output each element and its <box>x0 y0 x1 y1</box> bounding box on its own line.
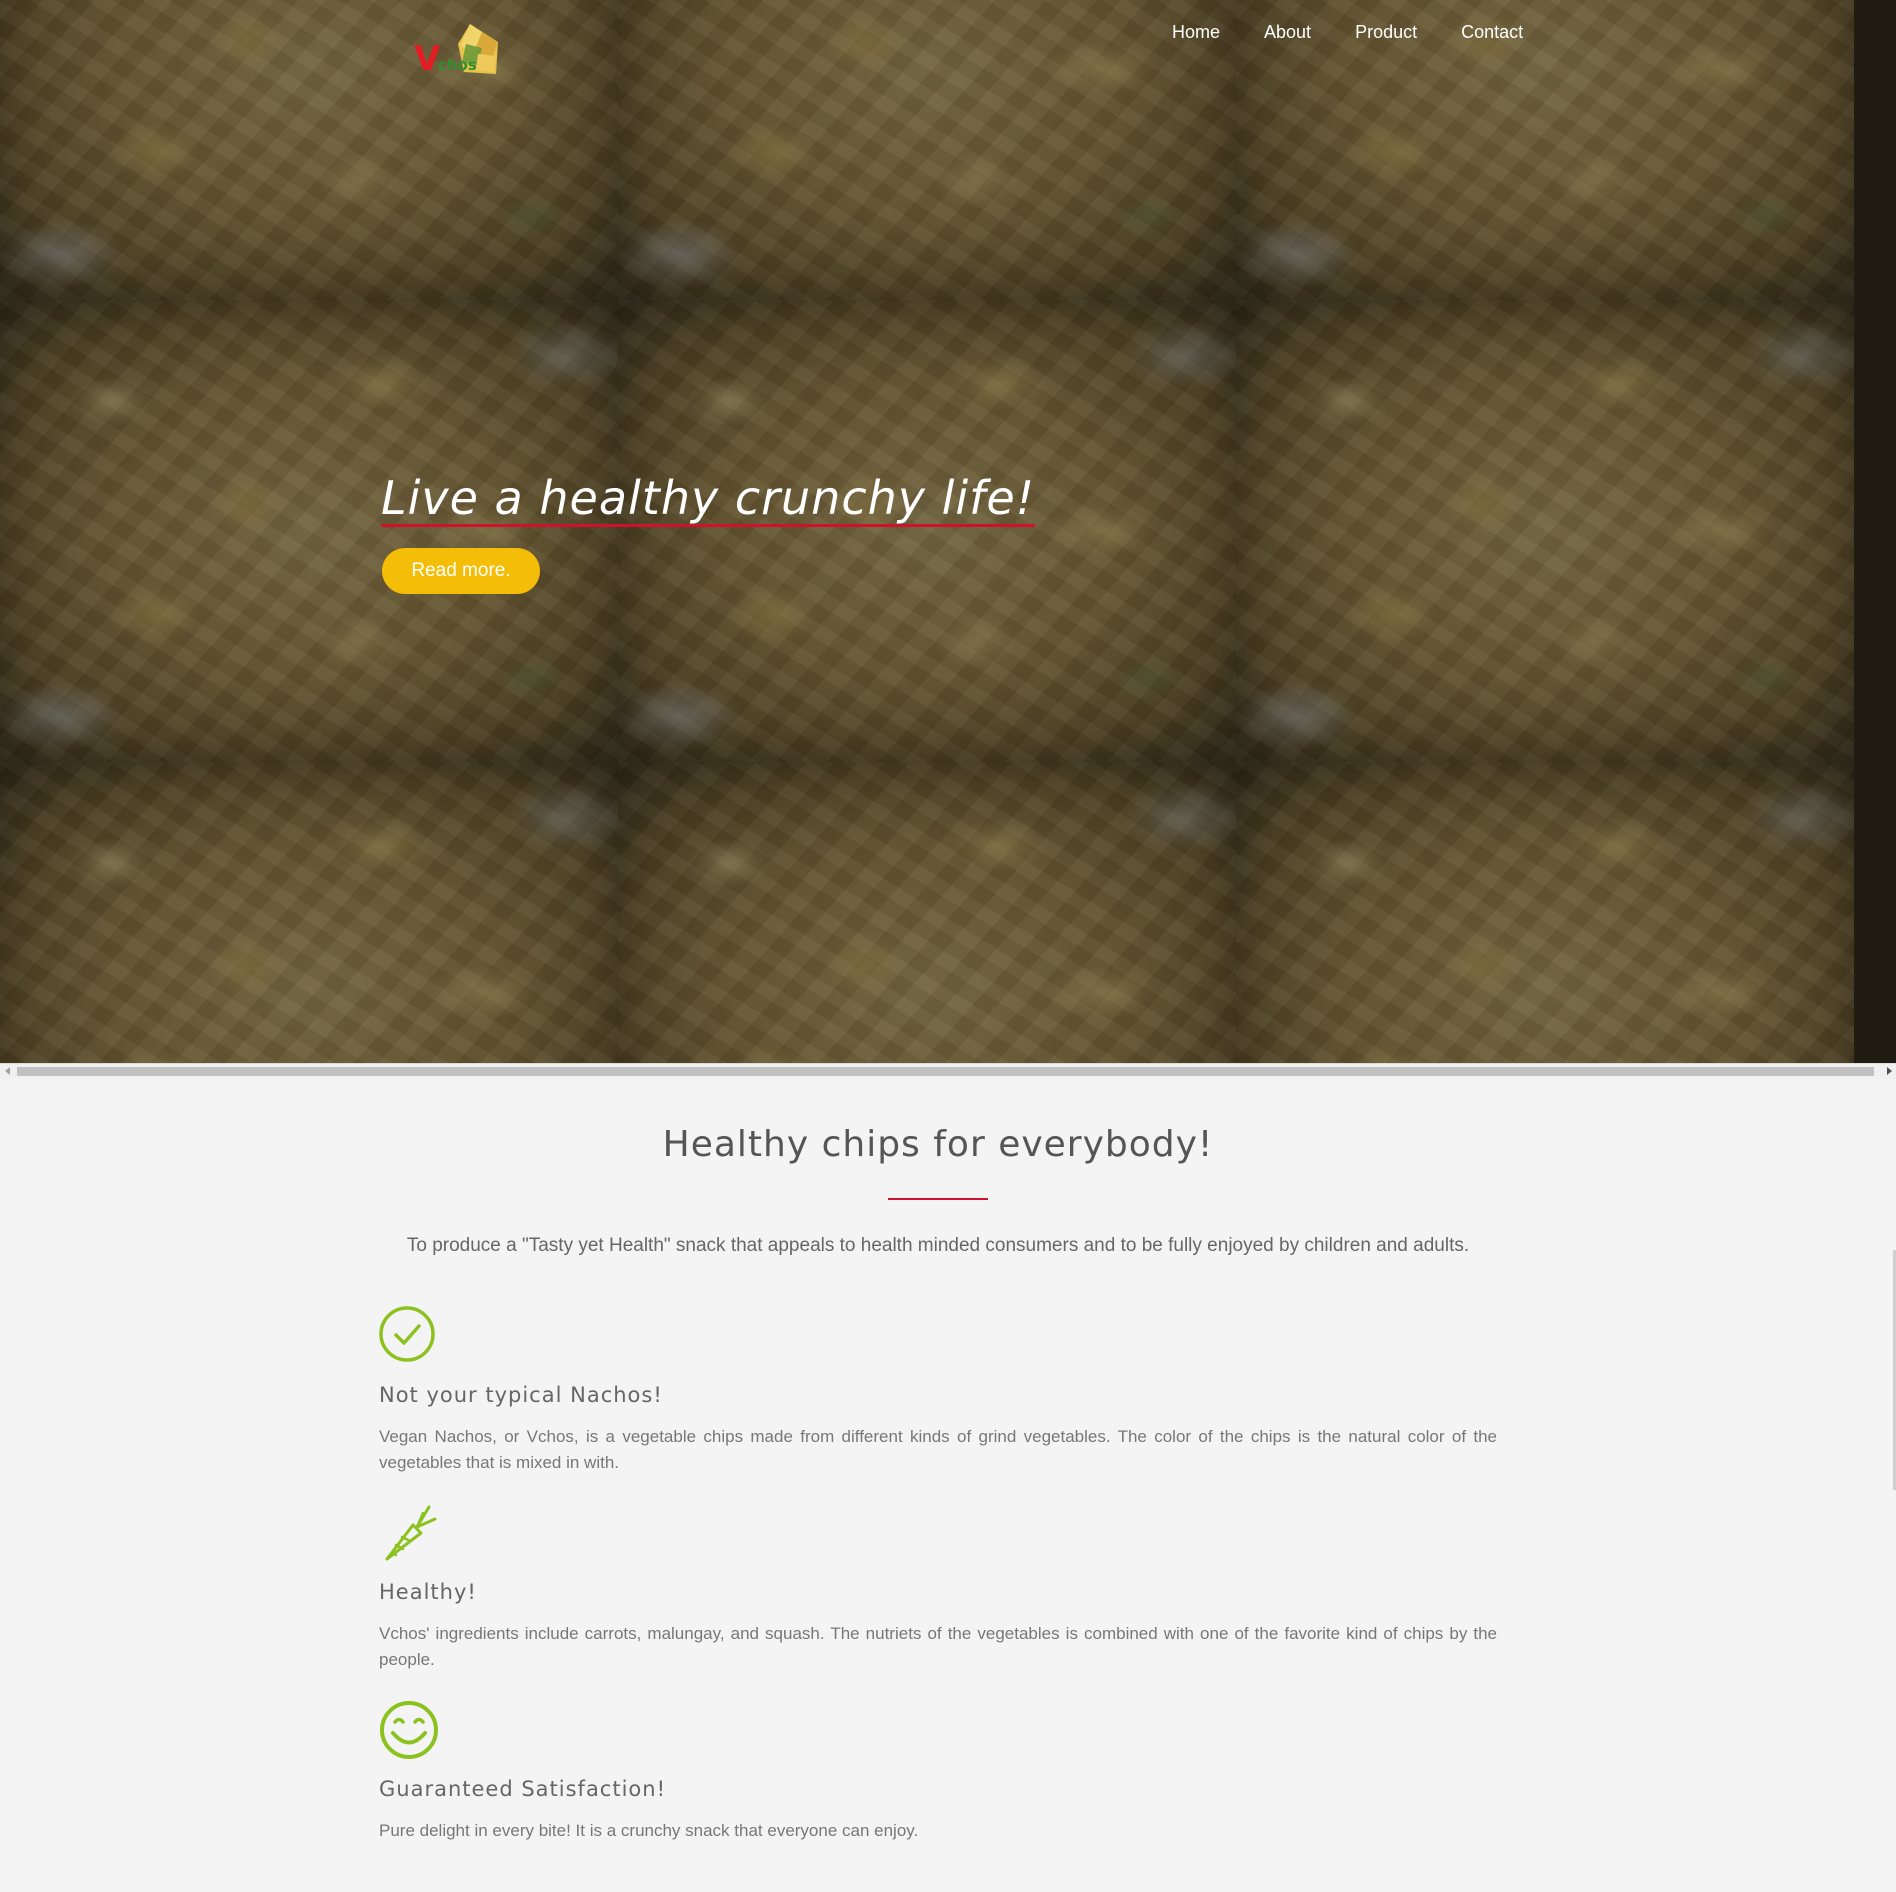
nav-about-link[interactable]: About <box>1242 20 1333 44</box>
section-title: Healthy chips for everybody! <box>662 1124 1214 1165</box>
feature-title: Healthy! <box>379 1580 477 1604</box>
carrot-icon <box>385 1505 437 1561</box>
smiley-icon <box>380 1701 438 1759</box>
nav-product-link[interactable]: Product <box>1333 20 1439 44</box>
feature-body: Pure delight in every bite! It is a crun… <box>379 1821 919 1840</box>
check-circle-icon <box>379 1306 435 1362</box>
brand-logo[interactable]: V chos <box>412 22 512 79</box>
nav-home-link[interactable]: Home <box>1150 20 1242 44</box>
svg-text:V: V <box>414 39 441 78</box>
hero-section: V chos Home About Product Contact Live a… <box>0 0 1896 1063</box>
feature-body: Vchos' ingredients include carrots, malu… <box>379 1624 1497 1669</box>
scroll-right-icon[interactable] <box>1887 1067 1892 1075</box>
feature-item: Guaranteed Satisfaction! Pure delight in… <box>379 1700 1497 1844</box>
scrollbar-thumb[interactable] <box>17 1067 1874 1076</box>
feature-title: Not your typical Nachos! <box>379 1383 663 1407</box>
feature-item: Not your typical Nachos! Vegan Nachos, o… <box>379 1306 1497 1476</box>
feature-body: Vegan Nachos, or Vchos, is a vegetable c… <box>379 1427 1497 1472</box>
main-nav: Home About Product Contact <box>1150 20 1545 44</box>
section-intro: To produce a "Tasty yet Health" snack th… <box>406 1235 1470 1256</box>
hero-headline: Live a healthy crunchy life! <box>381 471 1036 527</box>
nav-contact-link[interactable]: Contact <box>1439 20 1545 44</box>
feature-item: Healthy! Vchos' ingredients include carr… <box>379 1503 1497 1673</box>
scroll-left-icon[interactable] <box>5 1067 10 1075</box>
hero-overlay <box>0 0 1896 1063</box>
vchos-logo-icon: V chos <box>414 24 498 79</box>
horizontal-scrollbar[interactable] <box>0 1063 1896 1079</box>
svg-text:chos: chos <box>438 56 477 74</box>
title-divider <box>888 1198 988 1200</box>
read-more-button[interactable]: Read more. <box>382 548 540 594</box>
feature-title: Guaranteed Satisfaction! <box>379 1777 667 1801</box>
